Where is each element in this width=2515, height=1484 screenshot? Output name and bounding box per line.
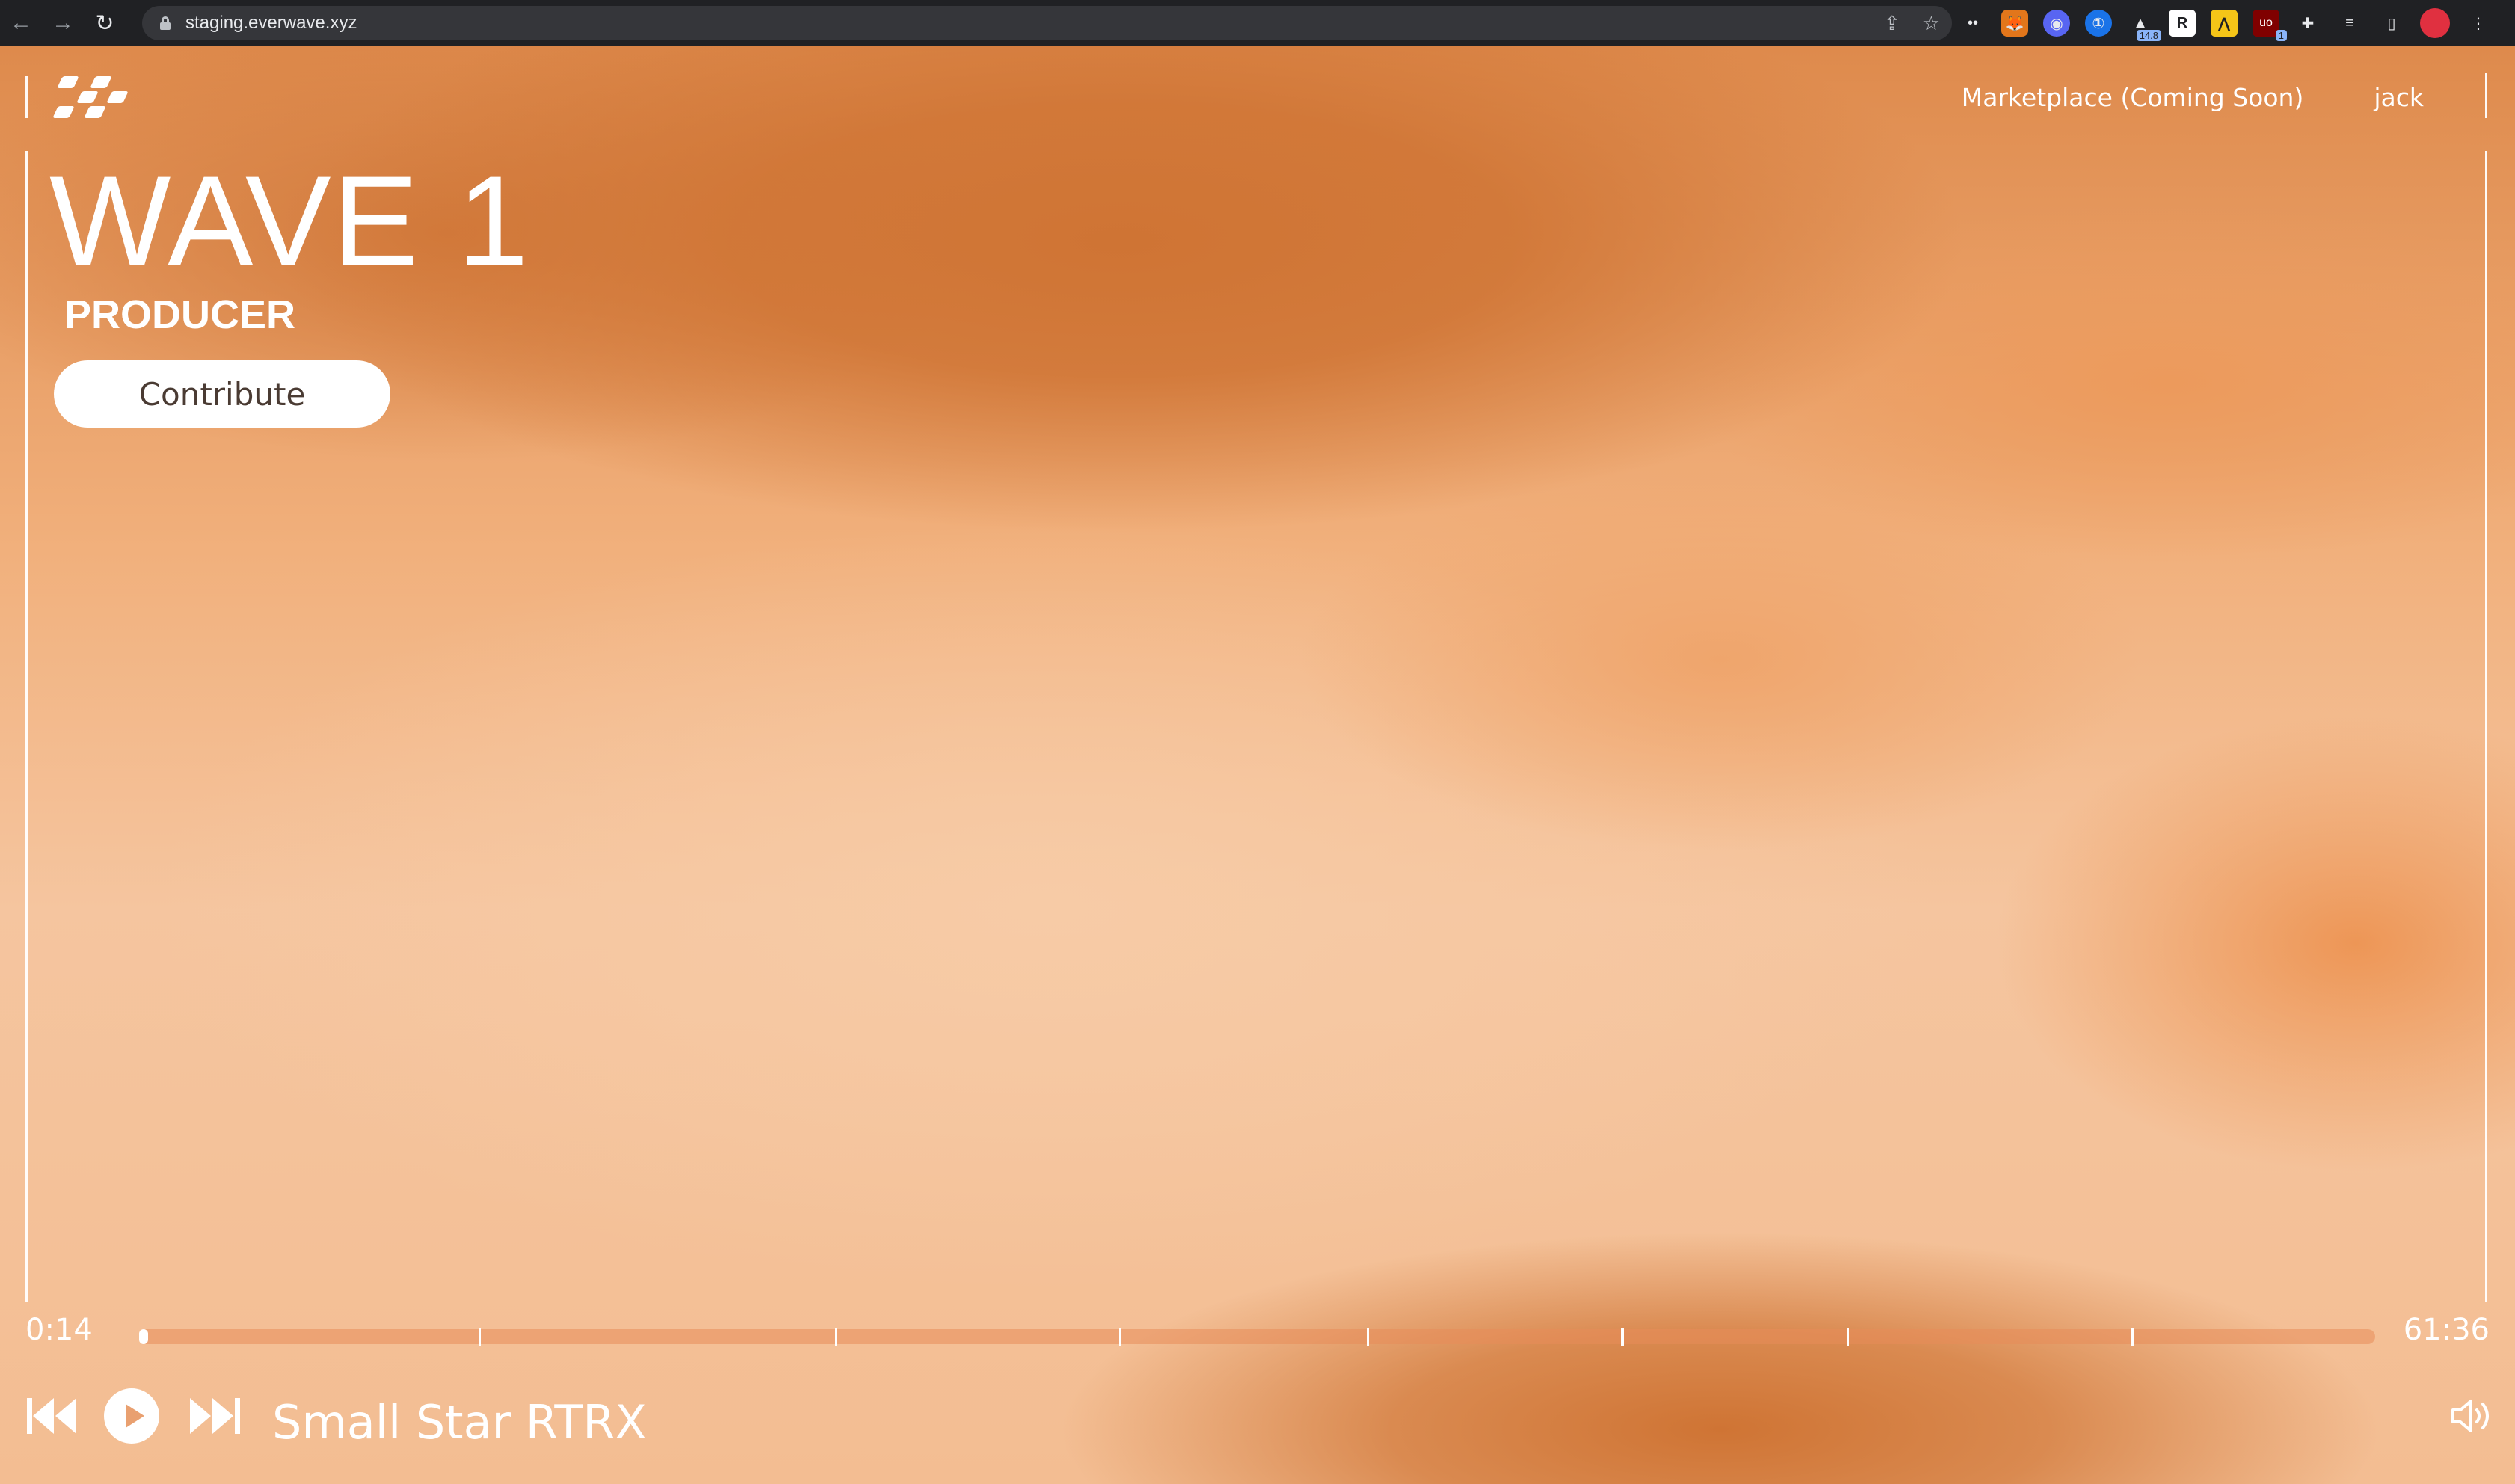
r-extension-icon[interactable]: R: [2169, 10, 2196, 37]
elapsed-time: 0:14: [25, 1313, 93, 1347]
progress-fill: [139, 1329, 148, 1344]
frame-line-right: [2485, 151, 2487, 1302]
ghost-extension-icon[interactable]: ◉: [2043, 10, 2070, 37]
frame-line-left-top: [25, 76, 28, 118]
reading-list-icon[interactable]: ≡: [2336, 10, 2363, 37]
segment-marker: [1118, 1328, 1121, 1346]
reload-icon[interactable]: ↻: [84, 0, 126, 46]
role-label: PRODUCER: [64, 292, 296, 337]
metamask-icon[interactable]: 🦊: [2001, 10, 2028, 37]
page-title: WAVE 1: [49, 150, 530, 293]
extensions-bar: •• 🦊 ◉ ① ▲ 14.8 R ⋀ uo 1 ✚ ≡ ▯ ⋮: [1959, 0, 2492, 46]
url-text[interactable]: staging.everwave.xyz: [185, 13, 357, 34]
volume-icon[interactable]: [2450, 1392, 2493, 1440]
frame-line-left: [25, 151, 28, 1302]
skip-back-icon[interactable]: [25, 1392, 79, 1440]
marketplace-link[interactable]: Marketplace (Coming Soon): [1962, 83, 2304, 112]
progress-bar[interactable]: [139, 1328, 2375, 1346]
segment-marker: [479, 1328, 482, 1346]
share-icon[interactable]: ⇪: [1884, 12, 1900, 35]
address-bar[interactable]: staging.everwave.xyz ⇪ ☆: [142, 6, 1952, 40]
side-panel-icon[interactable]: ▯: [2378, 10, 2405, 37]
ublock-icon[interactable]: uo 1: [2253, 10, 2287, 41]
back-icon[interactable]: ←: [0, 0, 42, 46]
total-duration: 61:36: [2403, 1313, 2490, 1347]
skip-forward-icon[interactable]: [187, 1392, 242, 1440]
play-icon: [104, 1388, 159, 1444]
play-button[interactable]: [103, 1388, 160, 1444]
password-manager-icon[interactable]: ①: [2085, 10, 2112, 37]
segment-marker: [2131, 1328, 2134, 1346]
user-menu[interactable]: jack: [2374, 83, 2424, 112]
star-icon[interactable]: ☆: [1923, 12, 1940, 35]
extension-badge: 14.8: [2136, 30, 2161, 41]
page: Marketplace (Coming Soon) jack WAVE 1 PR…: [0, 46, 2515, 1484]
contribute-button[interactable]: Contribute: [54, 360, 390, 428]
extensions-icon[interactable]: ✚: [2294, 10, 2321, 37]
segment-marker: [1621, 1328, 1624, 1346]
segment-marker: [1847, 1328, 1850, 1346]
segment-marker: [834, 1328, 837, 1346]
counter-extension-icon[interactable]: ▲ 14.8: [2127, 10, 2161, 41]
ublock-badge: 1: [2275, 30, 2287, 41]
lock-icon: [160, 16, 171, 30]
track-title: Small Star RTRX: [272, 1395, 647, 1450]
dots-icon[interactable]: ••: [1959, 10, 1986, 37]
menu-icon[interactable]: ⋮: [2465, 10, 2492, 37]
top-nav: Marketplace (Coming Soon) jack: [1962, 82, 2515, 112]
browser-toolbar: ← → ↻ staging.everwave.xyz ⇪ ☆ •• 🦊 ◉ ① …: [0, 0, 2515, 46]
segment-marker: [1366, 1328, 1369, 1346]
profile-avatar[interactable]: [2420, 8, 2450, 38]
forward-icon[interactable]: →: [42, 0, 84, 46]
logo-icon[interactable]: [52, 76, 129, 120]
a-extension-icon[interactable]: ⋀: [2211, 10, 2238, 37]
